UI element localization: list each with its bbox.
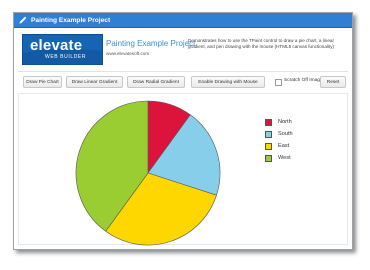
legend-label: East (278, 143, 290, 149)
legend-item-east: East (265, 140, 293, 152)
legend-item-west: West (265, 152, 293, 164)
legend-label: West (278, 155, 291, 161)
legend-swatch (265, 154, 272, 162)
legend-item-north: North (265, 116, 293, 128)
legend-swatch (265, 118, 272, 126)
legend-item-south: South (265, 128, 293, 140)
legend-label: North (278, 119, 292, 125)
legend-swatch (265, 142, 272, 150)
legend-swatch (265, 130, 272, 138)
chart-legend: North South East West (265, 116, 293, 164)
legend-label: South (278, 131, 293, 137)
pie-chart (75, 100, 221, 246)
app-window: Painting Example Project elevate WEB BUI… (13, 12, 353, 250)
